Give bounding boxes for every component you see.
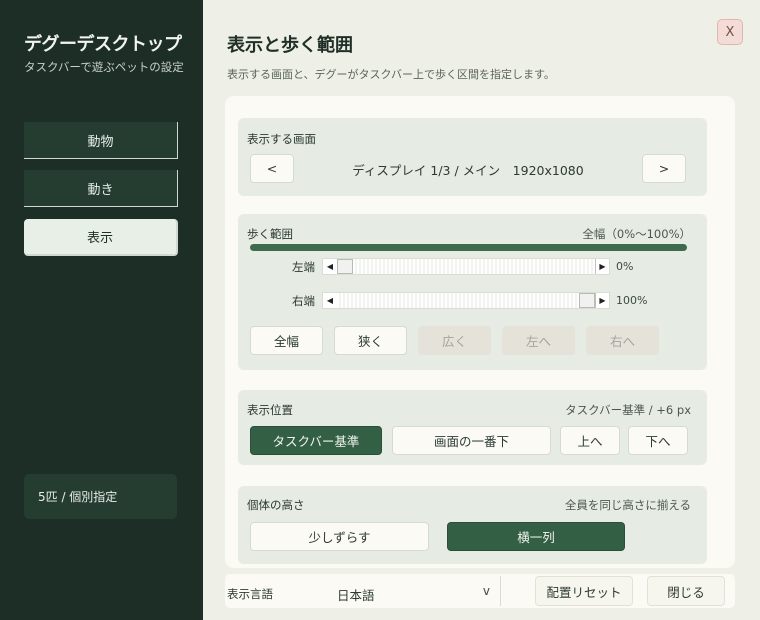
- left-edge-slider-thumb[interactable]: [337, 259, 353, 274]
- single-row-button[interactable]: 横一列: [447, 522, 625, 551]
- close-window-button[interactable]: X: [717, 19, 743, 45]
- wider-button[interactable]: 広く: [418, 326, 491, 355]
- slightly-offset-button[interactable]: 少しずらす: [250, 522, 429, 551]
- display-position-summary: タスクバー基準 / +6 px: [565, 403, 691, 417]
- display-section: 表示する画面 < ディスプレイ 1/3 / メイン 1920x1080 >: [238, 118, 707, 196]
- language-select[interactable]: 日本語 v: [323, 576, 501, 606]
- right-edge-value: 100%: [616, 294, 648, 307]
- left-edge-label: 左端: [292, 260, 315, 274]
- prev-display-button[interactable]: <: [250, 154, 294, 183]
- taskbar-base-button[interactable]: タスクバー基準: [250, 426, 382, 455]
- nav-item-animals[interactable]: 動物: [24, 122, 178, 159]
- walk-range-summary: 全幅（0%〜100%）: [582, 227, 691, 241]
- app-subtitle: タスクバーで遊ぶペットの設定: [24, 60, 184, 74]
- screen-bottom-button[interactable]: 画面の一番下: [392, 426, 551, 455]
- main-panel: X 表示と歩く範囲 表示する画面と、デグーがタスクバー上で歩く区間を指定します。…: [203, 0, 760, 620]
- individual-height-label: 個体の高さ: [247, 498, 305, 512]
- next-display-button[interactable]: >: [642, 154, 686, 183]
- full-width-button[interactable]: 全幅: [250, 326, 323, 355]
- move-left-button[interactable]: 左へ: [502, 326, 575, 355]
- sidebar: デグーデスクトップ タスクバーで遊ぶペットの設定 動物 動き 表示 5匹 / 個…: [0, 0, 203, 620]
- language-value: 日本語: [337, 588, 375, 603]
- display-position-section: 表示位置 タスクバー基準 / +6 px タスクバー基準 画面の一番下 上へ 下…: [238, 390, 707, 465]
- page-description: 表示する画面と、デグーがタスクバー上で歩く区間を指定します。: [227, 68, 555, 81]
- close-button[interactable]: 閉じる: [647, 576, 725, 606]
- individual-height-section: 個体の高さ 全員を同じ高さに揃える 少しずらす 横一列: [238, 486, 707, 564]
- left-edge-slider[interactable]: ◀ ▶: [322, 258, 610, 275]
- nav-item-display[interactable]: 表示: [24, 219, 178, 256]
- right-edge-decrease-arrow[interactable]: ◀: [323, 293, 337, 308]
- left-edge-decrease-arrow[interactable]: ◀: [323, 259, 337, 274]
- right-edge-label: 右端: [292, 294, 315, 308]
- walk-range-section: 歩く範囲 全幅（0%〜100%） 左端 ◀ ▶ 0% 右端 ◀ ▶ 100% 全…: [238, 214, 707, 370]
- individual-height-summary: 全員を同じ高さに揃える: [564, 498, 691, 512]
- language-label: 表示言語: [227, 587, 273, 601]
- walk-range-bar: [250, 244, 687, 251]
- move-up-button[interactable]: 上へ: [560, 426, 620, 455]
- left-edge-increase-arrow[interactable]: ▶: [595, 259, 609, 274]
- app-title: デグーデスクトップ: [24, 34, 182, 55]
- move-right-button[interactable]: 右へ: [586, 326, 659, 355]
- move-down-button[interactable]: 下へ: [628, 426, 688, 455]
- footer-bar: 表示言語 日本語 v 配置リセット 閉じる: [225, 574, 735, 608]
- pet-count-status: 5匹 / 個別指定: [24, 474, 177, 519]
- page-title: 表示と歩く範囲: [227, 35, 353, 56]
- display-position-label: 表示位置: [247, 403, 293, 417]
- right-edge-increase-arrow[interactable]: ▶: [595, 293, 609, 308]
- walk-range-label: 歩く範囲: [247, 227, 293, 241]
- narrower-button[interactable]: 狭く: [334, 326, 407, 355]
- right-edge-slider-thumb[interactable]: [579, 293, 595, 308]
- nav-item-motion[interactable]: 動き: [24, 170, 178, 207]
- current-display-label: ディスプレイ 1/3 / メイン 1920x1080: [352, 163, 584, 178]
- reset-layout-button[interactable]: 配置リセット: [535, 576, 633, 606]
- right-edge-slider[interactable]: ◀ ▶: [322, 292, 610, 309]
- settings-card: 表示する画面 < ディスプレイ 1/3 / メイン 1920x1080 > 歩く…: [225, 96, 735, 568]
- display-section-label: 表示する画面: [247, 132, 316, 146]
- chevron-down-icon: v: [482, 584, 490, 598]
- left-edge-value: 0%: [616, 260, 634, 273]
